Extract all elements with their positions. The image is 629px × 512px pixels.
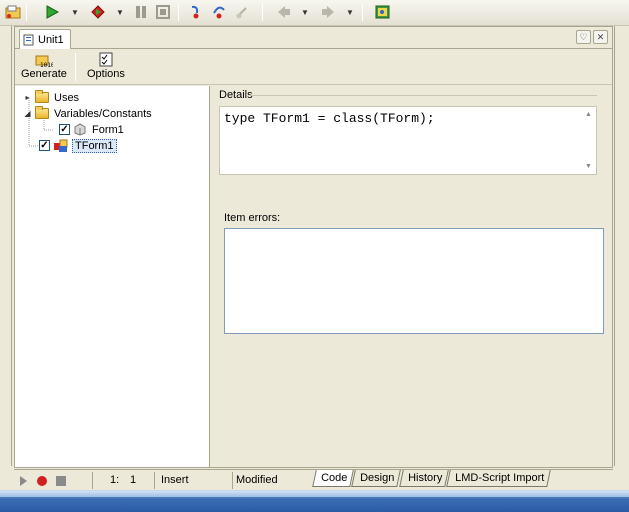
options-button[interactable]: Options [87, 52, 125, 80]
main-toolbar: ▼ ▼ ▼ ▼ [0, 0, 629, 26]
tab-history-label: History [407, 472, 442, 484]
item-errors-label: Item errors: [224, 212, 281, 224]
options-label: Options [87, 68, 125, 80]
close-tab-icon[interactable]: ✕ [593, 30, 608, 44]
step-over-icon[interactable] [209, 3, 229, 21]
back-icon[interactable] [274, 3, 294, 21]
macro-controls [20, 476, 66, 486]
tab-history[interactable]: History [398, 470, 449, 487]
run-dropdown-icon[interactable]: ▼ [70, 3, 80, 21]
right-dock-strip [614, 26, 629, 466]
record-macro-icon [37, 476, 47, 486]
tree-item-form1[interactable]: ✓ Form1 [59, 122, 124, 137]
forward-dropdown-icon[interactable]: ▼ [345, 3, 355, 21]
code-preview[interactable]: type TForm1 = class(TForm); ▲ ▼ [219, 106, 597, 175]
code-tree: ▸ Uses ◢ Variables/Constants ✓ Form1 ✓ T… [15, 86, 210, 467]
options-icon [99, 52, 113, 67]
tab-design-label: Design [360, 472, 395, 484]
collapse-icon[interactable]: ◢ [23, 109, 32, 118]
generate-icon: 1010 [35, 55, 53, 68]
back-dropdown-icon[interactable]: ▼ [300, 3, 310, 21]
tree-item-uses[interactable]: ▸ Uses [23, 90, 79, 105]
help-book-icon[interactable] [373, 3, 393, 21]
os-taskbar [0, 490, 629, 512]
tab-code-label: Code [321, 472, 348, 484]
stop-icon[interactable] [153, 3, 173, 21]
folder-icon [35, 90, 49, 103]
tab-unit1[interactable]: Unit1 [19, 29, 71, 50]
pause-icon[interactable] [131, 3, 151, 21]
modified-state: Modified [236, 474, 278, 486]
cursor-column: 1 [130, 474, 137, 486]
editor-tabbar: Unit1 ♡ ✕ [15, 27, 612, 50]
insert-mode: Insert [161, 474, 189, 486]
tree-item-uses-label: Uses [54, 91, 80, 104]
item-errors-box[interactable] [224, 228, 604, 334]
cursor-line: 1: [110, 474, 120, 486]
play-macro-icon [20, 476, 27, 486]
tree-item-variables-constants[interactable]: ◢ Variables/Constants [23, 106, 152, 121]
tree-item-tform1[interactable]: ✓ TForm1 [39, 138, 117, 153]
tform1-checkbox[interactable]: ✓ [39, 140, 50, 151]
expand-icon[interactable]: ▸ [23, 93, 32, 102]
run-icon[interactable] [42, 3, 62, 21]
debug-run-icon[interactable] [88, 3, 108, 21]
code-scrollbar[interactable]: ▲ ▼ [581, 107, 596, 174]
debug-dropdown-icon[interactable]: ▼ [115, 3, 125, 21]
generate-button[interactable]: 1010 Generate [21, 52, 67, 80]
tab-lmd-script-import-label: LMD-Script Import [454, 472, 545, 484]
details-pane: Details type TForm1 = class(TForm); ▲ ▼ … [211, 86, 612, 467]
folder-icon [35, 106, 49, 119]
editor-window: Unit1 ♡ ✕ 1010 Generate Options ▸ Uses ◢ [14, 26, 613, 468]
tab-lmd-script-import[interactable]: LMD-Script Import [445, 470, 551, 487]
code-preview-text: type TForm1 = class(TForm); [224, 111, 435, 126]
stop-macro-icon [56, 476, 66, 486]
status-bar: 1: 1 Insert Modified Code Design History… [14, 469, 613, 490]
open-project-icon[interactable] [3, 3, 23, 21]
tree-item-form1-label: Form1 [92, 123, 124, 136]
tab-list-icon[interactable]: ♡ [576, 30, 591, 44]
step-into-icon[interactable] [186, 3, 206, 21]
scroll-down-icon[interactable]: ▼ [585, 163, 592, 170]
forward-icon[interactable] [318, 3, 338, 21]
tree-item-variables-label: Variables/Constants [54, 107, 152, 120]
class-icon [54, 139, 68, 152]
scroll-up-icon[interactable]: ▲ [585, 111, 592, 118]
variable-icon [74, 123, 86, 136]
run-to-cursor-icon[interactable] [232, 3, 252, 21]
design-toolbar: 1010 Generate Options [15, 49, 612, 85]
generate-label: Generate [21, 68, 67, 80]
unit-file-icon [23, 34, 34, 46]
tree-item-tform1-label: TForm1 [72, 138, 117, 153]
view-tabs: Code Design History LMD-Script Import [312, 470, 551, 488]
tab-design[interactable]: Design [351, 470, 402, 487]
form1-checkbox[interactable]: ✓ [59, 124, 70, 135]
details-header: Details [219, 89, 253, 101]
tab-unit1-label: Unit1 [38, 34, 64, 46]
left-dock-strip [0, 26, 12, 466]
tab-code[interactable]: Code [312, 470, 355, 487]
